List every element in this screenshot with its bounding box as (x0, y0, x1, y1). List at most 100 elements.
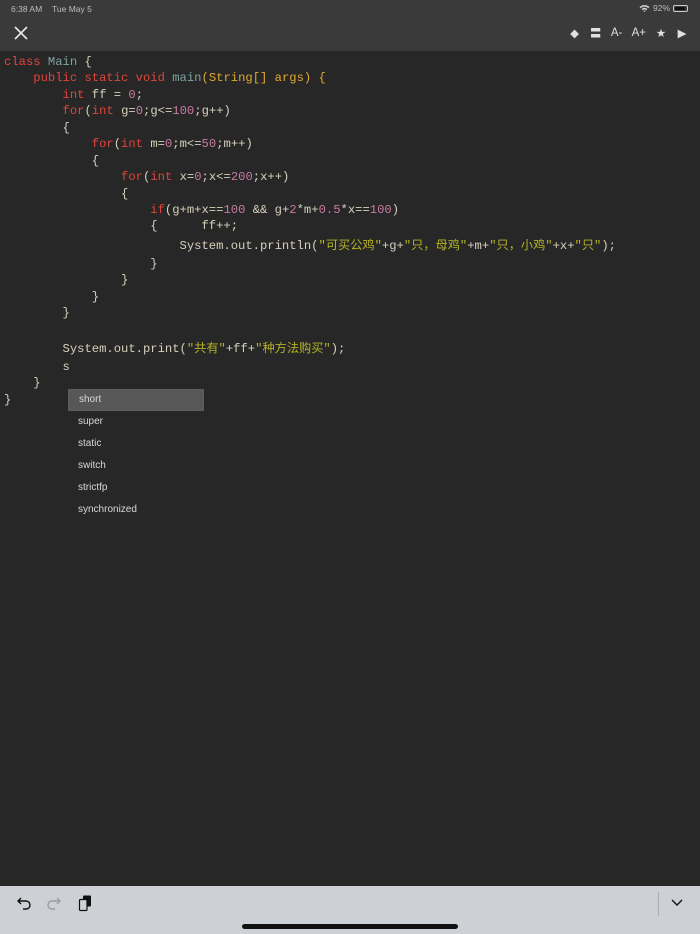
code-line[interactable]: } (4, 305, 70, 321)
paste-icon[interactable] (77, 894, 95, 912)
code-token-pl: ; (135, 88, 144, 102)
code-token-pl: { (4, 187, 129, 201)
code-token-pl: ;g<= (143, 104, 173, 118)
code-line[interactable]: { (4, 186, 128, 202)
code-token-pl: } (4, 273, 129, 287)
code-token-pl: ); (601, 239, 616, 253)
code-line[interactable]: { (4, 153, 99, 169)
code-token-num: 2 (289, 203, 297, 217)
code-token-kw: int (121, 137, 151, 151)
code-token-pl: ); (330, 342, 346, 356)
undo-icon[interactable] (15, 894, 33, 912)
code-line[interactable]: } (4, 272, 128, 288)
autocomplete-item[interactable]: synchronized (68, 499, 204, 521)
font-increase-button[interactable]: A+ (632, 27, 646, 39)
home-indicator[interactable] (242, 924, 458, 929)
code-token-pl: System.out.println( (4, 239, 319, 253)
code-token-kw: int (62, 88, 92, 102)
redo-icon[interactable] (45, 894, 63, 912)
code-line[interactable]: class Main { (4, 54, 92, 70)
autocomplete-item[interactable]: strictfp (68, 477, 204, 499)
code-token-pl: } (4, 393, 12, 407)
close-icon[interactable] (12, 24, 30, 42)
divider (658, 892, 659, 916)
code-token-kw: class (4, 55, 48, 69)
code-token-pl: ;g++) (194, 104, 231, 118)
code-token-num: 0 (128, 88, 136, 102)
code-token-pl: +ff+ (225, 342, 256, 356)
code-token-pl: +x+ (552, 239, 575, 253)
autocomplete-item[interactable]: static (68, 433, 204, 455)
code-token-str: "只" (574, 239, 602, 253)
code-token-num: 100 (223, 203, 246, 217)
code-token-kw: for (91, 137, 114, 151)
code-line[interactable]: if(g+m+x==100 && g+2*m+0.5*x==100) (4, 202, 399, 218)
code-token-pl: { (4, 154, 100, 168)
code-token-kw: if (150, 203, 165, 217)
code-token-kw: int (91, 104, 122, 118)
wifi-icon (639, 5, 650, 12)
code-line[interactable]: { (4, 120, 70, 136)
code-line[interactable]: public static void main(String[] args) { (4, 70, 326, 86)
equals-button[interactable]: 〓 (590, 25, 602, 41)
autocomplete-item[interactable]: short (68, 389, 204, 411)
code-token-pl: ff = (91, 88, 129, 102)
code-token-pl: ;m<= (172, 137, 202, 151)
code-line[interactable]: } (4, 289, 99, 305)
code-line[interactable]: System.out.print("共有"+ff+"种方法购买"); (4, 341, 346, 357)
code-line[interactable]: } (4, 392, 11, 408)
code-line[interactable]: for(int g=0;g<=100;g++) (4, 103, 231, 119)
code-token-num: 200 (230, 170, 253, 184)
code-token-pl: ( (113, 137, 122, 151)
code-token-pl: ) (391, 203, 400, 217)
code-line[interactable]: } (4, 375, 41, 391)
code-line[interactable]: for(int x=0;x<=200;x++) (4, 169, 289, 185)
chevron-down-icon[interactable] (668, 894, 686, 912)
code-token-kw: int (150, 170, 180, 184)
code-line[interactable]: for(int m=0;m<=50;m++) (4, 136, 253, 152)
code-token-ar: (String[] args) { (201, 71, 326, 85)
battery-icon (673, 4, 688, 12)
code-token-pl: && g+ (245, 203, 290, 217)
code-token-num: 100 (172, 104, 195, 118)
run-button[interactable]: ▶ (676, 26, 688, 40)
code-token-num: 100 (369, 203, 392, 217)
autocomplete-item[interactable]: switch (68, 455, 204, 477)
code-line[interactable]: System.out.println("可买公鸡"+g+"只，母鸡"+m+"只，… (4, 238, 616, 254)
code-token-pl: *x== (340, 203, 370, 217)
code-token-str: "种方法购买" (255, 342, 331, 356)
code-token-kw: for (62, 104, 85, 118)
code-line[interactable]: } (4, 256, 157, 272)
code-token-pl: { (77, 55, 92, 69)
code-token-kw: for (121, 170, 143, 184)
toolbar-actions: ◆ 〓 A- A+ ★ ▶ (569, 25, 688, 41)
code-token-pl: ;x++) (252, 170, 290, 184)
keyboard-accessory-bar (0, 886, 700, 934)
code-line[interactable]: { ff++; (4, 218, 238, 234)
status-right: 92% (639, 3, 688, 13)
status-bar: 6:38 AM Tue May 5 92% (0, 0, 700, 17)
code-token-kw: public static void (33, 71, 173, 85)
code-token-num: 0.5 (318, 203, 341, 217)
autocomplete-item[interactable]: super (68, 411, 204, 433)
code-line[interactable]: int ff = 0; (4, 87, 144, 103)
star-button[interactable]: ★ (655, 26, 667, 40)
autocomplete-popup: short super static switch strictfp synchroniz… (68, 389, 204, 521)
code-token-pl: ;x<= (201, 170, 231, 184)
code-token-fn: main (172, 71, 202, 85)
font-decrease-button[interactable]: A- (611, 27, 623, 39)
code-token-str: "只，母鸡" (403, 239, 468, 253)
code-token-pl: +g+ (381, 239, 404, 253)
code-token-pl: ( (84, 104, 92, 118)
diamond-button[interactable]: ◆ (569, 26, 581, 40)
status-time: 6:38 AM (11, 4, 43, 14)
code-token-pl: } (4, 376, 41, 390)
code-token-str: "共有" (186, 342, 226, 356)
code-line[interactable]: s (4, 359, 70, 375)
editor-toolbar: ◆ 〓 A- A+ ★ ▶ (0, 17, 700, 51)
status-date: Tue May 5 (52, 4, 92, 14)
code-token-pl: (g+m+x== (164, 203, 224, 217)
